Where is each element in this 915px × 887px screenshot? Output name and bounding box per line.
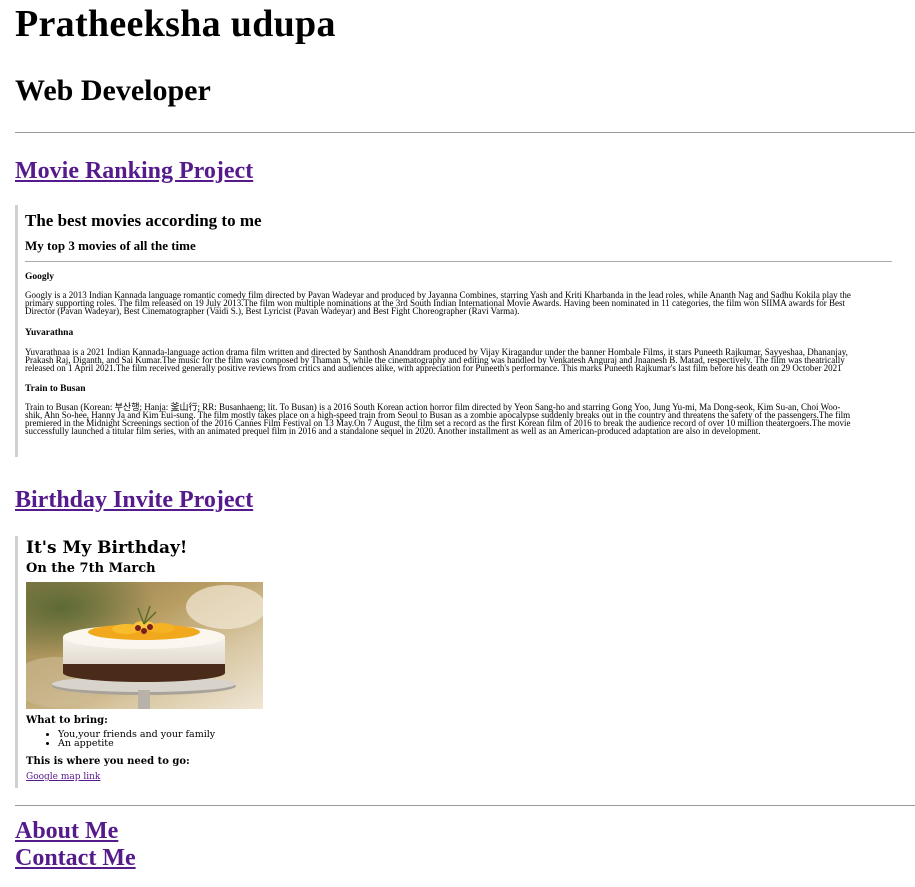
birthday-project-link[interactable]: Birthday Invite Project xyxy=(15,487,253,514)
movie-description-line: successfully launched a titular film ser… xyxy=(25,426,761,436)
movie-title: Googly xyxy=(25,272,55,282)
bring-list: You,your friends and your family An appe… xyxy=(26,730,215,749)
movie-description-line: Director (Pavan Wadeyar), Best Cinematog… xyxy=(25,306,520,316)
movie-page-subtitle: My top 3 movies of all the time xyxy=(25,238,196,253)
movie-project-frame[interactable]: The best movies according to me My top 3… xyxy=(15,205,895,457)
birthday-project-frame[interactable]: It's My Birthday! On the 7th March What … xyxy=(15,536,265,788)
google-map-link[interactable]: Google map link xyxy=(26,772,100,782)
movie-title: Yuvarathna xyxy=(25,328,74,338)
birthday-title: It's My Birthday! xyxy=(26,538,188,558)
where-heading: This is where you need to go: xyxy=(26,756,190,767)
movie-project-link[interactable]: Movie Ranking Project xyxy=(15,158,253,185)
movie-page-title: The best movies according to me xyxy=(25,211,262,230)
cake-image xyxy=(26,582,263,709)
movie-title: Train to Busan xyxy=(25,384,86,394)
divider xyxy=(15,132,915,133)
list-item: An appetite xyxy=(58,739,215,749)
divider xyxy=(15,805,915,806)
page-title: Pratheeksha udupa xyxy=(15,3,336,45)
movie-description-line: released on 1 April 2021.The film receiv… xyxy=(25,363,842,373)
birthday-date: On the 7th March xyxy=(26,561,156,576)
bring-heading: What to bring: xyxy=(26,715,108,726)
contact-me-link[interactable]: Contact Me xyxy=(15,845,136,872)
page-subtitle: Web Developer xyxy=(15,74,211,107)
about-me-link[interactable]: About Me xyxy=(15,818,118,845)
movie-divider xyxy=(25,261,892,262)
